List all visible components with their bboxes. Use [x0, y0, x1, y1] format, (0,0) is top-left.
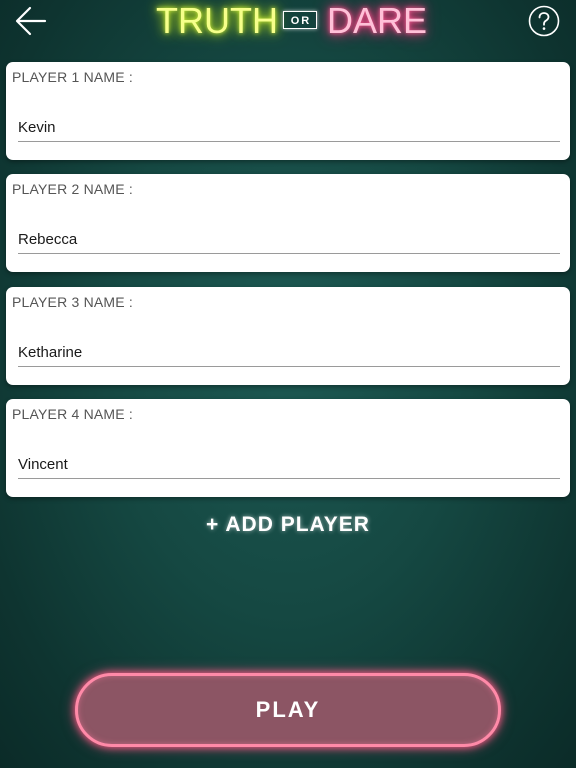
- question-circle-icon: [528, 5, 560, 37]
- player-2-label: PLAYER 2 NAME :: [12, 181, 134, 197]
- play-button[interactable]: PLAY: [75, 673, 501, 747]
- logo-dare-text: DARE: [327, 0, 428, 41]
- logo-truth-text: TRUTH: [156, 0, 278, 41]
- player-2-card: PLAYER 2 NAME :: [6, 174, 570, 272]
- player-2-name-input[interactable]: [18, 226, 560, 254]
- player-1-label: PLAYER 1 NAME :: [12, 69, 134, 85]
- player-1-card: PLAYER 1 NAME :: [6, 62, 570, 160]
- player-3-name-input[interactable]: [18, 339, 560, 367]
- player-3-label: PLAYER 3 NAME :: [12, 294, 134, 310]
- player-4-name-input[interactable]: [18, 451, 560, 479]
- player-4-label: PLAYER 4 NAME :: [12, 406, 134, 422]
- back-button[interactable]: [12, 3, 48, 39]
- header: TRUTH OR DARE: [0, 0, 576, 44]
- arrow-left-icon: [15, 6, 47, 36]
- player-3-card: PLAYER 3 NAME :: [6, 287, 570, 385]
- truth-or-dare-logo: TRUTH OR DARE: [150, 0, 428, 44]
- player-1-name-input[interactable]: [18, 114, 560, 142]
- player-4-card: PLAYER 4 NAME :: [6, 399, 570, 497]
- add-player-button[interactable]: + ADD PLAYER: [0, 510, 576, 540]
- help-button[interactable]: [528, 5, 560, 37]
- logo-or-text: OR: [283, 11, 317, 29]
